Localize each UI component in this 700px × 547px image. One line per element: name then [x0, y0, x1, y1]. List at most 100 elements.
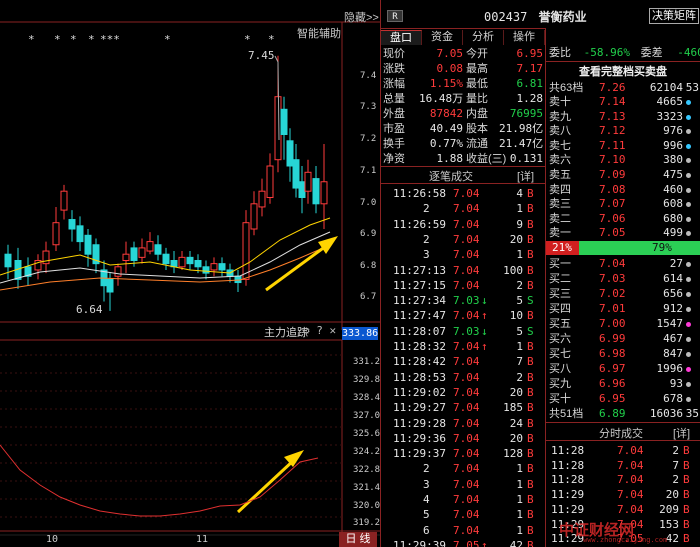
- quote-label: 流通: [466, 138, 488, 150]
- tick-price: 7.04: [453, 248, 480, 262]
- event-marker[interactable]: *: [268, 33, 275, 46]
- quote-label: 股本: [466, 123, 488, 135]
- orderbook-volume: 4665: [656, 95, 684, 108]
- orderbook-price: 7.08: [599, 182, 626, 196]
- tick-time: 11:26:59: [393, 217, 446, 231]
- minute-volume: 153: [659, 517, 679, 531]
- tick-time: 2: [423, 232, 430, 246]
- indicator-axis-tick: 320.0: [353, 501, 381, 511]
- orderbook-price: 6.89: [599, 407, 626, 420]
- indicator-axis-tick: 331.2: [353, 357, 381, 367]
- event-marker[interactable]: *: [54, 33, 61, 46]
- tick-side: B: [527, 431, 534, 445]
- event-marker[interactable]: *: [244, 33, 251, 46]
- tab-funds[interactable]: 资金: [422, 30, 463, 45]
- hide-panel-button[interactable]: 隐藏>>: [344, 9, 379, 25]
- tick-side: B: [527, 401, 534, 415]
- orderbook-dot-icon: [686, 262, 691, 267]
- indicator-settings-icon[interactable]: ⚙ ? ✕: [303, 324, 336, 337]
- tick-side: B: [527, 355, 534, 369]
- candle: [258, 190, 266, 208]
- orderbook-price: 7.26: [599, 81, 626, 94]
- tick-price: 7.03: [453, 294, 480, 308]
- tick-side: S: [527, 324, 534, 338]
- orderbook-dot-icon: [686, 100, 691, 105]
- tick-side: B: [527, 538, 534, 547]
- tick-volume: 24: [509, 416, 523, 430]
- kline-chart[interactable]: [0, 0, 380, 547]
- orderbook-volume: 608: [663, 197, 683, 211]
- event-marker[interactable]: *: [88, 33, 95, 46]
- tab-analysis[interactable]: 分析: [463, 30, 504, 45]
- candle: [320, 181, 328, 205]
- candle: [60, 190, 68, 211]
- price-axis-tick: 7.4: [360, 71, 377, 81]
- full-orderbook-link[interactable]: 查看完整档买卖盘: [579, 63, 667, 79]
- tick-side: B: [527, 447, 534, 461]
- tick-price: 7.04: [453, 370, 480, 384]
- orderbook-volume: 614: [663, 272, 683, 285]
- period-daily-button[interactable]: 日 线: [339, 532, 377, 547]
- orderbook-volume: 380: [663, 153, 683, 167]
- minute-detail-link[interactable]: [详]: [673, 425, 690, 441]
- quote-value: 6.95: [516, 47, 544, 60]
- orderbook-label: 买八: [549, 363, 571, 375]
- smart-assist-label[interactable]: 智能辅助: [297, 25, 341, 41]
- orderbook-label: 卖三: [549, 198, 571, 211]
- orderbook-dot-icon: [686, 187, 691, 193]
- stock-name: 誉衡药业: [538, 10, 587, 24]
- candle: [146, 241, 154, 252]
- event-marker[interactable]: ***: [100, 33, 120, 46]
- minute-time: 11:28: [551, 473, 585, 487]
- event-marker[interactable]: *: [28, 33, 35, 46]
- candle: [154, 244, 162, 255]
- event-marker[interactable]: *: [70, 33, 77, 46]
- tick-side: B: [527, 385, 534, 399]
- tick-price: 7.04: [453, 431, 480, 445]
- quote-value: 0.131: [509, 152, 543, 165]
- candle: [114, 266, 122, 277]
- tick-time: 11:28:32: [393, 340, 446, 353]
- quote-value: 1.28: [516, 92, 544, 105]
- orderbook-price: 7.12: [599, 124, 626, 138]
- orderbook-volume: 680: [663, 211, 683, 225]
- orderbook-dot-icon: [686, 337, 691, 342]
- candle: [286, 140, 294, 167]
- orderbook-label: 卖九: [549, 110, 571, 123]
- indicator-axis-tick: 322.8: [353, 465, 381, 475]
- tick-time: 11:29:02: [393, 385, 446, 399]
- orderbook-price: 7.13: [599, 109, 626, 123]
- tab-operation[interactable]: 操作: [504, 30, 545, 45]
- quote-label: 涨跌: [383, 63, 405, 75]
- orderbook-volume: 467: [663, 332, 683, 345]
- tab-pankou[interactable]: 盘口: [381, 30, 422, 45]
- ticks-detail-link[interactable]: [详]: [517, 168, 534, 184]
- event-marker[interactable]: *: [164, 33, 171, 46]
- orderbook-volume: 678: [663, 392, 683, 405]
- minute-price: 7.04: [617, 473, 644, 487]
- candle: [52, 222, 60, 246]
- indicator-axis-tick: 329.8: [353, 375, 381, 385]
- price-axis-tick: 7.2: [360, 134, 377, 144]
- decision-matrix-button[interactable]: 决策矩阵: [649, 8, 699, 24]
- orderbook-price: 7.07: [599, 197, 626, 211]
- candle: [130, 247, 138, 261]
- orderbook-count: 35: [685, 407, 699, 420]
- kline-chart-area[interactable]: 隐藏>> 智能辅助 7.45 6.64 主力追踪 ⚙ ? ✕ 333.86 日 …: [0, 0, 380, 547]
- tick-side: B: [527, 278, 534, 292]
- orderbook-price: 6.98: [599, 347, 626, 360]
- orderbook-dot-icon: [686, 158, 691, 164]
- low-price-label: 6.64: [76, 303, 103, 316]
- orderbook-price: 6.99: [599, 332, 626, 345]
- indicator-axis-tick: 328.4: [353, 393, 381, 403]
- indicator-axis-tick: 325.6: [353, 429, 381, 439]
- price-axis-tick: 7.0: [360, 198, 377, 208]
- tick-volume: 2: [516, 370, 523, 384]
- tick-volume: 5: [516, 324, 523, 338]
- tick-time: 11:29:28: [393, 416, 446, 430]
- candle: [4, 253, 12, 268]
- minute-time: 11:28: [551, 444, 585, 457]
- quote-value: 1.15%: [429, 77, 463, 90]
- indicator-axis-tick: 319.2: [353, 518, 381, 528]
- tick-volume: 1: [516, 493, 523, 506]
